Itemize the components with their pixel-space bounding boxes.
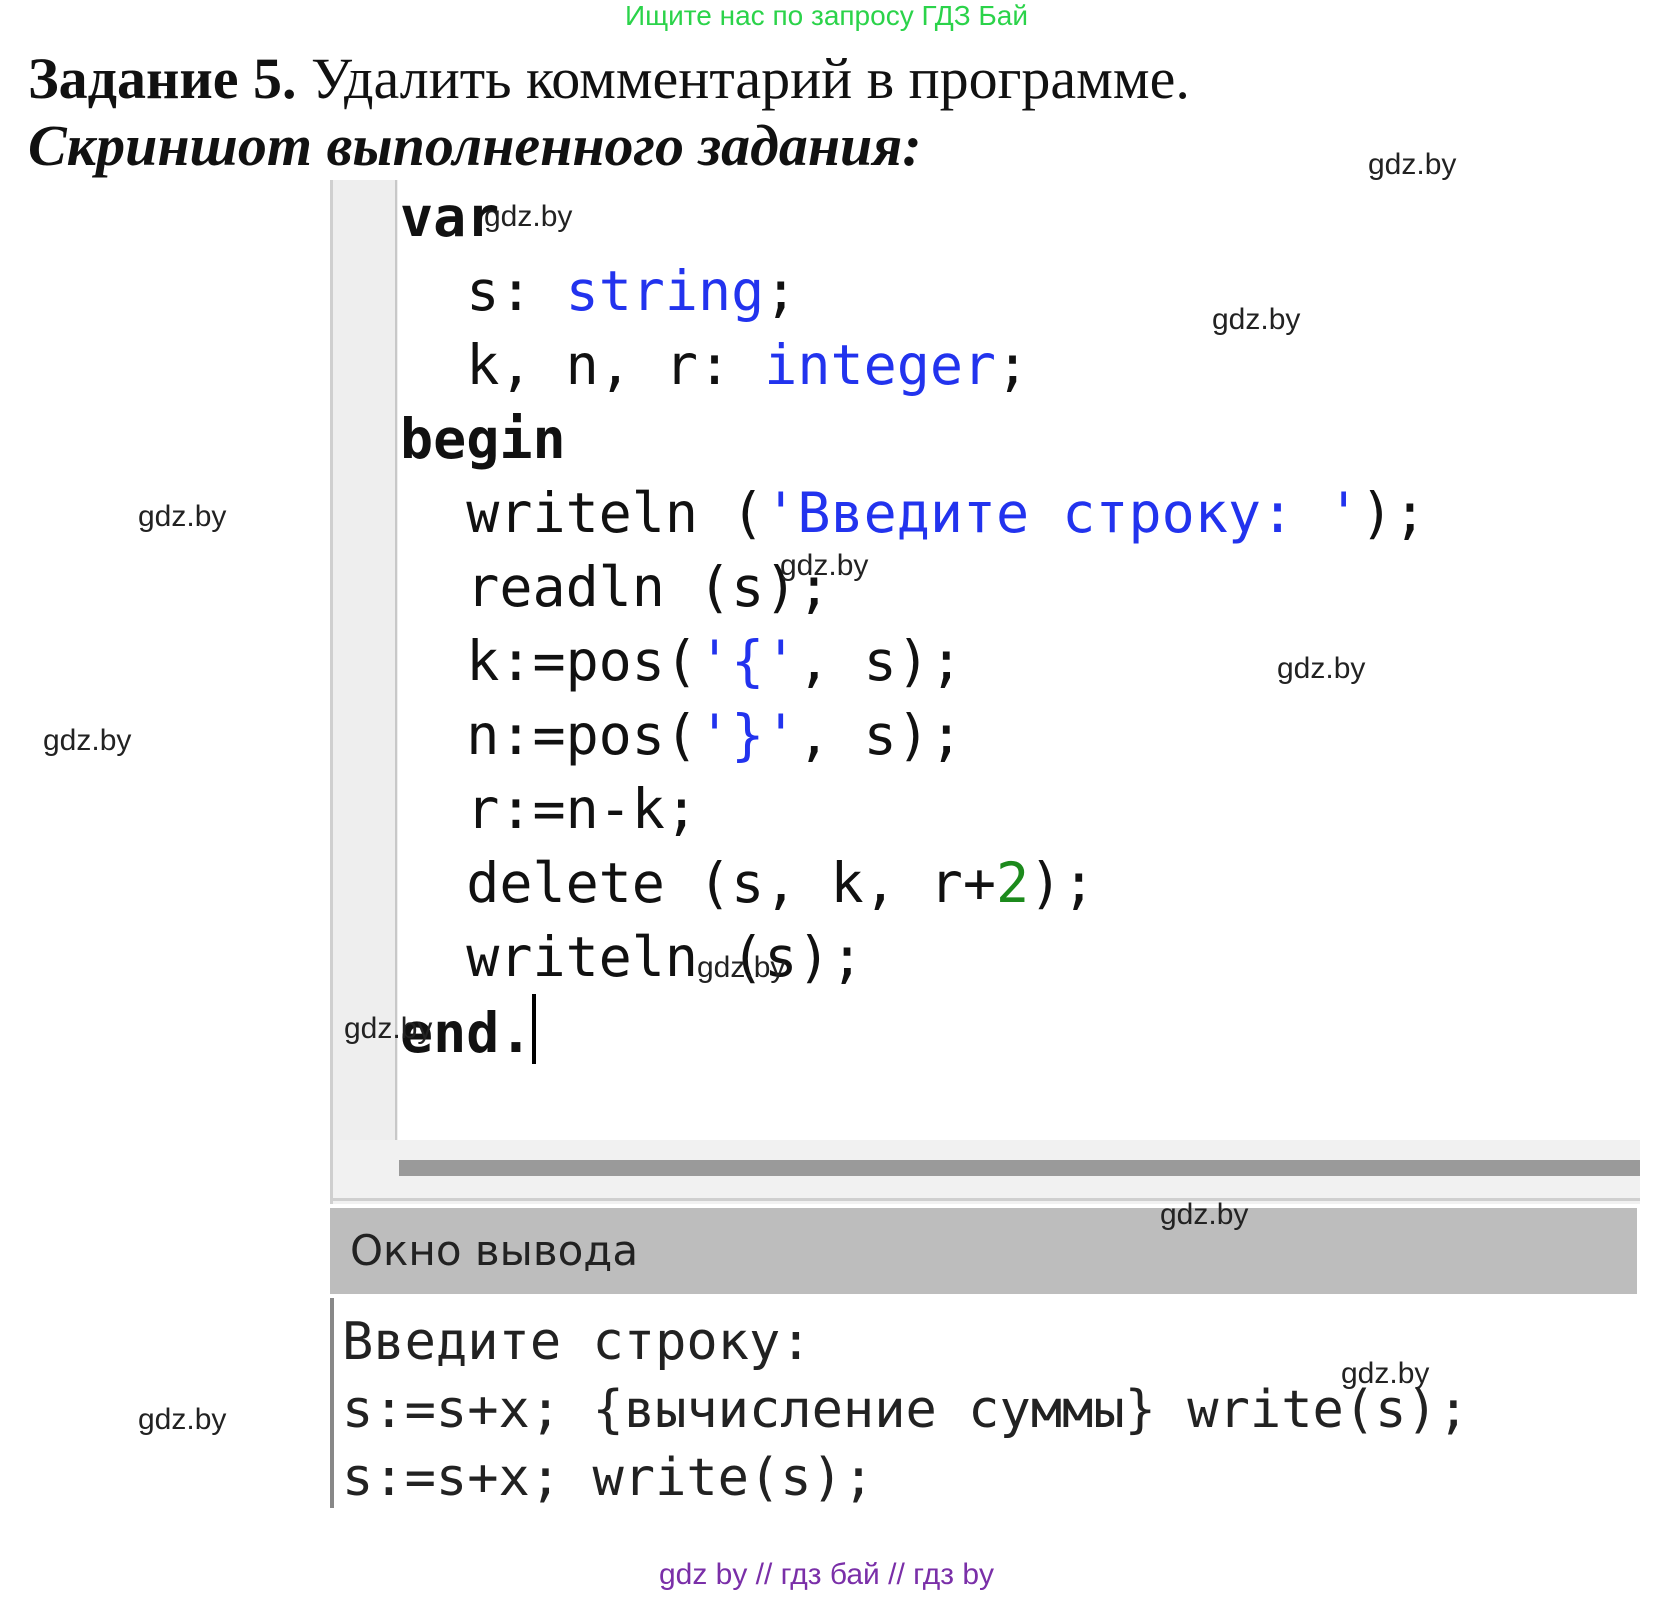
code-line-4: begin — [400, 402, 1427, 476]
watermark: gdz.by — [1160, 1198, 1249, 1231]
watermark: gdz.by — [43, 724, 132, 757]
watermark: gdz.by — [138, 500, 227, 533]
watermark: gdz.by — [1277, 652, 1366, 685]
code-token: ); — [1029, 851, 1096, 915]
editor-gutter — [330, 180, 398, 1140]
output-window-body[interactable]: Введите строку: s:=s+x; {вычисление сумм… — [330, 1298, 1641, 1508]
output-line: Введите строку: — [342, 1312, 812, 1372]
code-token-integer-type: integer — [764, 333, 997, 397]
code-token: , s); — [797, 629, 963, 693]
code-line-8: n:=pos('}', s); — [400, 698, 1427, 772]
watermark: gdz.by — [1368, 148, 1457, 181]
code-token: k:=pos( — [400, 629, 699, 693]
code-token-string-literal: '}' — [698, 703, 798, 767]
output-window: Окно вывода Введите строку: s:=s+x; {выч… — [330, 1208, 1641, 1508]
code-token-string-type: string — [565, 259, 765, 323]
task-title: Задание 5. Удалить комментарий в програм… — [28, 45, 1190, 112]
code-line-7: k:=pos('{', s); — [400, 624, 1427, 698]
code-line-5: writeln ('Введите строку: '); — [400, 476, 1427, 550]
code-token: writeln (s); — [400, 925, 864, 989]
watermark: gdz.by — [780, 549, 869, 582]
code-line-12: end. — [400, 994, 1427, 1068]
output-text: Введите строку: s:=s+x; {вычисление сумм… — [342, 1308, 1469, 1512]
code-token: readln (s); — [400, 555, 831, 619]
watermark: gdz.by — [138, 1403, 227, 1436]
panel-divider — [333, 1198, 1640, 1201]
scrollbar-thumb[interactable] — [399, 1160, 1640, 1176]
watermark: gdz.by — [1341, 1357, 1430, 1390]
code-token: ; — [996, 333, 1030, 397]
code-line-3: k, n, r: integer; — [400, 328, 1427, 402]
search-hint-link[interactable]: Ищите нас по запросу ГДЗ Бай — [0, 0, 1653, 32]
text-cursor — [532, 994, 537, 1064]
code-editor[interactable]: var s: string; k, n, r: integer; begin wr… — [330, 180, 1637, 1140]
code-token: s: — [400, 259, 566, 323]
editor-horizontal-scrollbar[interactable] — [330, 1140, 1640, 1204]
screenshot-caption: Скриншот выполненного задания: — [28, 113, 922, 178]
code-token-string-literal: 'Введите строку: ' — [764, 481, 1361, 545]
code-line-6: readln (s); — [400, 550, 1427, 624]
task-description: Удалить комментарий в программе. — [296, 46, 1190, 111]
watermark: gdz.by — [697, 951, 786, 984]
output-window-title: Окно вывода — [350, 1226, 639, 1275]
code-line-9: r:=n-k; — [400, 772, 1427, 846]
code-token: k, n, r: — [400, 333, 765, 397]
task-number: Задание 5. — [28, 46, 297, 111]
output-line: s:=s+x; write(s); — [342, 1448, 875, 1508]
code-token: ; — [764, 259, 798, 323]
watermark: gdz.by — [1212, 303, 1301, 336]
code-token: delete (s, k, r+ — [400, 851, 997, 915]
gutter-divider — [395, 180, 397, 1140]
output-line: s:=s+x; {вычисление суммы} write(s); — [342, 1380, 1470, 1440]
output-window-header: Окно вывода — [330, 1208, 1637, 1294]
watermark: gdz.by — [484, 200, 573, 233]
footer-watermark: gdz by // гдз бай // гдз by — [658, 1558, 995, 1591]
code-token-begin: begin — [400, 407, 566, 471]
code-token: writeln ( — [400, 481, 765, 545]
code-token-number: 2 — [996, 851, 1030, 915]
code-token: , s); — [797, 703, 963, 767]
code-token: r:=n-k; — [400, 777, 699, 841]
code-line-11: writeln (s); — [400, 920, 1427, 994]
code-token: n:=pos( — [400, 703, 699, 767]
code-token-string-literal: '{' — [698, 629, 798, 693]
code-token: ); — [1360, 481, 1427, 545]
code-line-10: delete (s, k, r+2); — [400, 846, 1427, 920]
watermark: gdz.by — [344, 1012, 433, 1045]
